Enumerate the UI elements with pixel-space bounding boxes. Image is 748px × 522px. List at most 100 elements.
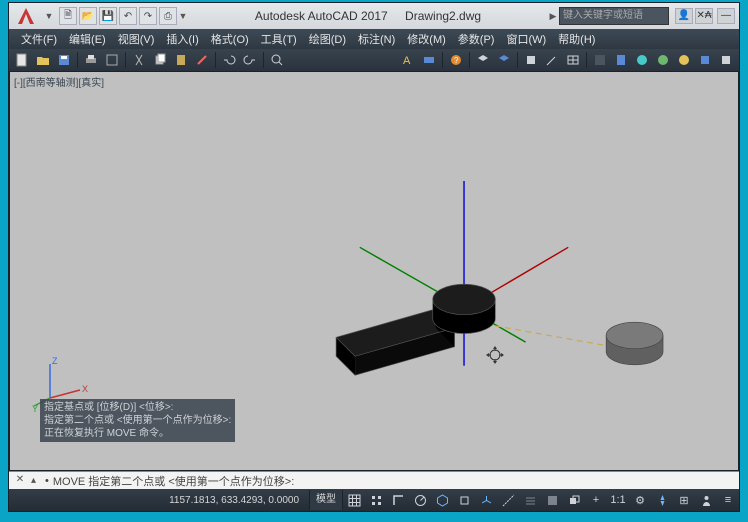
status-annomonitor[interactable]: +	[585, 490, 607, 510]
menu-file[interactable]: 文件(F)	[15, 31, 63, 47]
ucs-x-label: X	[82, 384, 88, 394]
menu-insert[interactable]: 插入(I)	[160, 31, 204, 47]
status-3dosnap[interactable]	[475, 490, 497, 510]
quick-access-toolbar: 🗎 📂 💾 ↶ ↷ ⎙	[59, 7, 177, 25]
menu-tools[interactable]: 工具(T)	[255, 31, 303, 47]
status-scale[interactable]: 1:1	[607, 490, 629, 510]
status-transparency[interactable]	[541, 490, 563, 510]
tool-match[interactable]	[192, 50, 212, 70]
cmdline-close-icon[interactable]: ✕	[13, 474, 27, 488]
menu-help[interactable]: 帮助(H)	[552, 31, 601, 47]
tool-cut[interactable]	[129, 50, 149, 70]
tool-palette-blue[interactable]	[695, 50, 715, 70]
tool-properties[interactable]	[590, 50, 610, 70]
tool-markup[interactable]	[716, 50, 736, 70]
status-bar: 1157.1813, 633.4293, 0.0000 模型 + 1:1 ⚙ ⊞…	[9, 489, 739, 511]
ucs-y-label: Y	[32, 404, 38, 414]
title-bar: ▼ 🗎 📂 💾 ↶ ↷ ⎙ ▼ Autodesk AutoCAD 2017 Dr…	[9, 3, 739, 29]
tool-standard[interactable]	[419, 50, 439, 70]
qat-redo[interactable]: ↷	[139, 7, 157, 25]
qat-save[interactable]: 💾	[99, 7, 117, 25]
qat-new[interactable]: 🗎	[59, 7, 77, 25]
qat-print[interactable]: ⎙	[159, 7, 177, 25]
tool-open[interactable]	[33, 50, 53, 70]
tool-block[interactable]	[521, 50, 541, 70]
tool-palette-green[interactable]	[653, 50, 673, 70]
status-isodraft[interactable]	[431, 490, 453, 510]
menu-bar: 文件(F) 编辑(E) 视图(V) 插入(I) 格式(O) 工具(T) 绘图(D…	[9, 29, 739, 49]
coordinates-readout[interactable]: 1157.1813, 633.4293, 0.0000	[159, 495, 309, 506]
tool-help-orange[interactable]: ?	[446, 50, 466, 70]
ucs-z-label: Z	[52, 356, 58, 366]
status-annoscale[interactable]	[651, 490, 673, 510]
tool-leader[interactable]	[542, 50, 562, 70]
tool-undo[interactable]	[219, 50, 239, 70]
tool-print[interactable]	[81, 50, 101, 70]
status-person-icon[interactable]	[695, 490, 717, 510]
status-grid[interactable]	[343, 490, 365, 510]
status-customize[interactable]: ≡	[717, 490, 739, 510]
menu-edit[interactable]: 编辑(E)	[63, 31, 112, 47]
status-gear-icon[interactable]: ⚙	[629, 490, 651, 510]
status-workspace[interactable]: ⊞	[673, 490, 695, 510]
app-name-text: Autodesk AutoCAD 2017	[255, 9, 388, 23]
main-toolbar: A ?	[9, 49, 739, 71]
signin-button[interactable]: 👤	[675, 8, 693, 24]
cmdhist-line1: 指定基点或 [位移(D)] <位移>:	[44, 401, 231, 414]
autocad-window: ▼ 🗎 📂 💾 ↶ ↷ ⎙ ▼ Autodesk AutoCAD 2017 Dr…	[8, 2, 740, 512]
tool-paste[interactable]	[171, 50, 191, 70]
tool-layers[interactable]	[473, 50, 493, 70]
menu-parametric[interactable]: 参数(P)	[452, 31, 501, 47]
command-history: 指定基点或 [位移(D)] <位移>: 指定第二个点或 <使用第一个点作为位移>…	[40, 399, 235, 442]
exchange-button[interactable]: ✕₳	[695, 8, 713, 24]
search-chevron[interactable]: ▶	[547, 7, 559, 25]
app-menu-chevron[interactable]: ▼	[43, 7, 55, 25]
menu-draw[interactable]: 绘图(D)	[303, 31, 352, 47]
window-controls: —	[717, 8, 735, 24]
tool-table[interactable]	[563, 50, 583, 70]
tool-new[interactable]	[12, 50, 32, 70]
menu-window[interactable]: 窗口(W)	[500, 31, 552, 47]
tool-redo[interactable]	[240, 50, 260, 70]
tool-palette-cyan[interactable]	[632, 50, 652, 70]
tool-palette-yellow[interactable]	[674, 50, 694, 70]
qat-chevron[interactable]: ▼	[177, 7, 189, 25]
tool-preview[interactable]	[102, 50, 122, 70]
cmdhist-line2: 指定第二个点或 <使用第一个点作为位移>:	[44, 414, 231, 427]
menu-dimension[interactable]: 标注(N)	[352, 31, 401, 47]
app-logo[interactable]	[9, 3, 43, 29]
menu-modify[interactable]: 修改(M)	[401, 31, 452, 47]
status-cycling[interactable]	[563, 490, 585, 510]
qat-undo[interactable]: ↶	[119, 7, 137, 25]
svg-text:A: A	[403, 55, 411, 67]
status-lwt[interactable]	[519, 490, 541, 510]
menu-format[interactable]: 格式(O)	[205, 31, 255, 47]
cmdline-history-icon[interactable]: ▴	[31, 475, 43, 486]
model-tab[interactable]: 模型	[309, 490, 343, 510]
status-otrack[interactable]	[497, 490, 519, 510]
status-snap[interactable]	[365, 490, 387, 510]
tool-save[interactable]	[54, 50, 74, 70]
tool-sheet[interactable]	[611, 50, 631, 70]
status-ortho[interactable]	[387, 490, 409, 510]
file-name-text: Drawing2.dwg	[405, 9, 481, 23]
solid-cylinder-moving	[433, 284, 496, 333]
move-cursor-icon	[486, 346, 504, 364]
status-polar[interactable]	[409, 490, 431, 510]
solid-cylinder-original	[606, 322, 663, 365]
qat-open[interactable]: 📂	[79, 7, 97, 25]
model-viewport[interactable]: [-][西南等轴测][真实]	[9, 71, 739, 471]
cmdline-prompt-text[interactable]: MOVE 指定第二个点或 <使用第一个点作为位移>:	[51, 473, 739, 489]
tool-copy[interactable]	[150, 50, 170, 70]
search-input[interactable]: 键入关键字或短语	[559, 7, 669, 25]
menu-view[interactable]: 视图(V)	[112, 31, 161, 47]
cmdline-bullet: •	[43, 475, 51, 487]
command-line[interactable]: ✕ ▴ • MOVE 指定第二个点或 <使用第一个点作为位移>:	[9, 471, 739, 489]
tool-a-label[interactable]: A	[398, 50, 418, 70]
tool-zoom[interactable]	[267, 50, 287, 70]
window-title: Autodesk AutoCAD 2017 Drawing2.dwg	[189, 9, 547, 23]
minimize-button[interactable]: —	[717, 8, 735, 24]
infocenter-buttons: 👤 ✕₳	[675, 8, 713, 24]
status-osnap[interactable]	[453, 490, 475, 510]
tool-layer-prev[interactable]	[494, 50, 514, 70]
